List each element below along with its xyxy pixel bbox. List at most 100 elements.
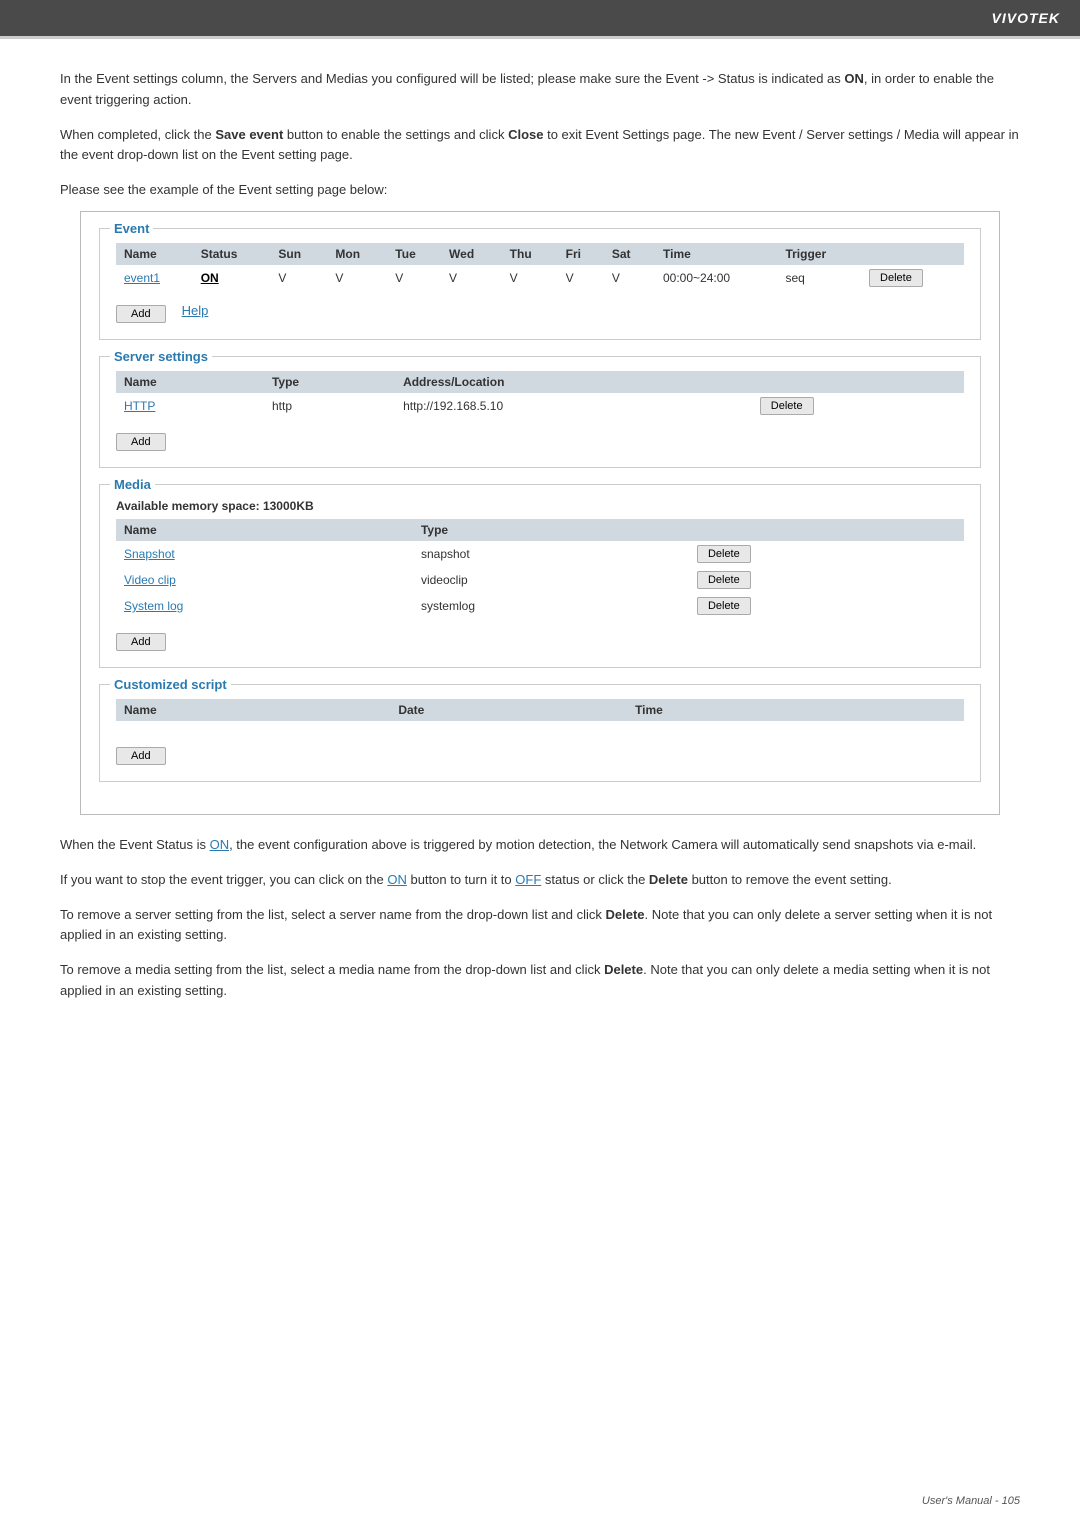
- brand-logo: VIVOTEK: [992, 10, 1060, 26]
- main-content: In the Event settings column, the Server…: [0, 39, 1080, 1076]
- media-table-header-row: Name Type: [116, 519, 964, 541]
- script-empty-row: [116, 721, 964, 733]
- bottom-on-link-1[interactable]: ON: [210, 837, 230, 852]
- event-col-tue: Tue: [387, 243, 441, 265]
- bottom-para-2-a: If you want to stop the event trigger, y…: [60, 872, 387, 887]
- event-col-fri: Fri: [558, 243, 604, 265]
- server-address: http://192.168.5.10: [395, 393, 752, 419]
- event-add-row: Add Help: [116, 299, 964, 323]
- script-add-button[interactable]: Add: [116, 747, 166, 765]
- event-section: Event Name Status Sun Mon Tue Wed Thu Fr…: [99, 228, 981, 340]
- media-available-space: Available memory space: 13000KB: [116, 499, 964, 513]
- example-label: Please see the example of the Event sett…: [60, 180, 1020, 201]
- customized-script-title: Customized script: [110, 677, 231, 692]
- server-delete-button[interactable]: Delete: [760, 397, 814, 415]
- server-type: http: [264, 393, 395, 419]
- media-add-button[interactable]: Add: [116, 633, 166, 651]
- event1-status[interactable]: ON: [201, 271, 219, 285]
- videoclip-delete-button[interactable]: Delete: [697, 571, 751, 589]
- event1-sun: V: [270, 265, 327, 291]
- footer: User's Manual - 105: [922, 1495, 1020, 1507]
- intro-save-event: Save event: [215, 127, 283, 142]
- media-row-snapshot: Snapshot snapshot Delete: [116, 541, 964, 567]
- bottom-para-2-b: button to turn it to: [407, 872, 515, 887]
- event1-tue: V: [387, 265, 441, 291]
- bottom-delete-strong-3: Delete: [604, 962, 643, 977]
- event-section-title: Event: [110, 221, 153, 236]
- intro-para-2: When completed, click the Save event but…: [60, 125, 1020, 167]
- event1-sat: V: [604, 265, 655, 291]
- snapshot-type: snapshot: [413, 541, 689, 567]
- event-table-header-row: Name Status Sun Mon Tue Wed Thu Fri Sat …: [116, 243, 964, 265]
- event1-time: 00:00~24:00: [655, 265, 777, 291]
- event-col-sun: Sun: [270, 243, 327, 265]
- systemlog-delete-button[interactable]: Delete: [697, 597, 751, 615]
- event1-trigger: seq: [777, 265, 861, 291]
- bottom-on-link-2[interactable]: ON: [387, 872, 407, 887]
- bottom-para-1: When the Event Status is ON, the event c…: [60, 835, 1020, 856]
- server-settings-section: Server settings Name Type Address/Locati…: [99, 356, 981, 468]
- script-col-action: [874, 699, 964, 721]
- event1-wed: V: [441, 265, 502, 291]
- event-col-name: Name: [116, 243, 193, 265]
- server-col-action: [752, 371, 964, 393]
- bottom-para-4: To remove a media setting from the list,…: [60, 960, 1020, 1002]
- script-col-date: Date: [390, 699, 627, 721]
- script-table-header-row: Name Date Time: [116, 699, 964, 721]
- media-section-title: Media: [110, 477, 155, 492]
- event1-delete-button[interactable]: Delete: [869, 269, 923, 287]
- event1-link[interactable]: event1: [124, 271, 160, 285]
- footer-text: User's Manual - 105: [922, 1495, 1020, 1507]
- intro-para-1-text: In the Event settings column, the Server…: [60, 71, 844, 86]
- systemlog-type: systemlog: [413, 593, 689, 619]
- bottom-off-link[interactable]: OFF: [515, 872, 541, 887]
- server-settings-table: Name Type Address/Location HTTP http htt…: [116, 371, 964, 419]
- media-section: Media Available memory space: 13000KB Na…: [99, 484, 981, 668]
- server-col-type: Type: [264, 371, 395, 393]
- snapshot-delete-button[interactable]: Delete: [697, 545, 751, 563]
- event-col-mon: Mon: [327, 243, 387, 265]
- event-add-button[interactable]: Add: [116, 305, 166, 323]
- media-row-videoclip: Video clip videoclip Delete: [116, 567, 964, 593]
- snapshot-link[interactable]: Snapshot: [124, 547, 175, 561]
- server-table-header-row: Name Type Address/Location: [116, 371, 964, 393]
- server-col-name: Name: [116, 371, 264, 393]
- bottom-paragraphs: When the Event Status is ON, the event c…: [60, 835, 1020, 1002]
- event-col-sat: Sat: [604, 243, 655, 265]
- intro-para-2-a: When completed, click the: [60, 127, 215, 142]
- bottom-para-2-d: button to remove the event setting.: [688, 872, 892, 887]
- http-link[interactable]: HTTP: [124, 399, 155, 413]
- bottom-para-2: If you want to stop the event trigger, y…: [60, 870, 1020, 891]
- event-col-thu: Thu: [502, 243, 558, 265]
- bottom-para-2-c: status or click the: [541, 872, 649, 887]
- bottom-para-1-b: , the event configuration above is trigg…: [229, 837, 976, 852]
- server-col-address: Address/Location: [395, 371, 752, 393]
- server-settings-title: Server settings: [110, 349, 212, 364]
- event-table-row: event1 ON V V V V V V V 00:00~24:00 seq …: [116, 265, 964, 291]
- systemlog-link[interactable]: System log: [124, 599, 183, 613]
- intro-para-1: In the Event settings column, the Server…: [60, 69, 1020, 111]
- header-bar: VIVOTEK: [0, 0, 1080, 36]
- videoclip-link[interactable]: Video clip: [124, 573, 176, 587]
- media-col-name: Name: [116, 519, 413, 541]
- media-col-action: [689, 519, 964, 541]
- intro-para-2-b: button to enable the settings and click: [283, 127, 508, 142]
- script-col-name: Name: [116, 699, 390, 721]
- bottom-para-1-a: When the Event Status is: [60, 837, 210, 852]
- server-add-button[interactable]: Add: [116, 433, 166, 451]
- script-col-time: Time: [627, 699, 874, 721]
- example-box: Event Name Status Sun Mon Tue Wed Thu Fr…: [80, 211, 1000, 815]
- media-table: Name Type Snapshot snapshot Delete Video…: [116, 519, 964, 619]
- server-table-row: HTTP http http://192.168.5.10 Delete: [116, 393, 964, 419]
- bottom-delete-strong-2: Delete: [606, 907, 645, 922]
- event-col-wed: Wed: [441, 243, 502, 265]
- event-col-time: Time: [655, 243, 777, 265]
- event-col-action: [861, 243, 964, 265]
- customized-script-table: Name Date Time: [116, 699, 964, 733]
- event-col-trigger: Trigger: [777, 243, 861, 265]
- event1-mon: V: [327, 265, 387, 291]
- bottom-para-4-a: To remove a media setting from the list,…: [60, 962, 604, 977]
- videoclip-type: videoclip: [413, 567, 689, 593]
- event-help-link[interactable]: Help: [182, 303, 209, 318]
- event1-thu: V: [502, 265, 558, 291]
